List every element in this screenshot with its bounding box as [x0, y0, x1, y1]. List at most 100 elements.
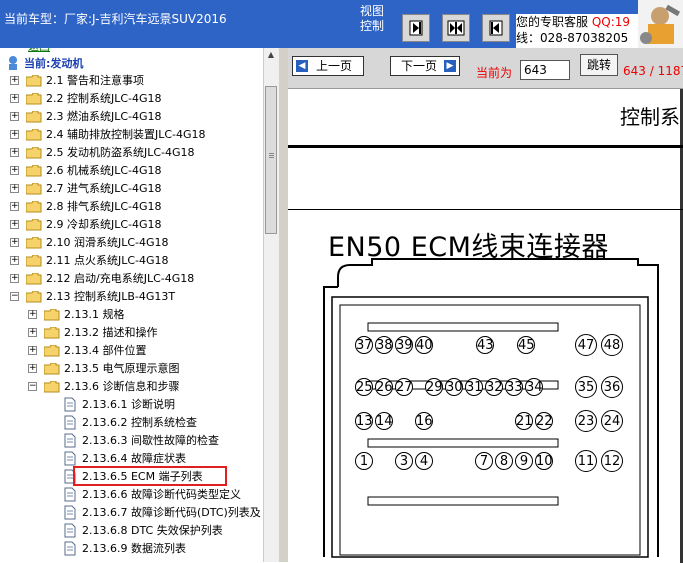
tree-item[interactable]: +2.13.4 部件位置	[0, 342, 263, 360]
expand-icon[interactable]: +	[10, 76, 19, 85]
connector-pin: 1	[355, 452, 373, 470]
current-page-label: 当前为	[476, 66, 513, 80]
document-page-icon	[64, 415, 76, 430]
expand-icon[interactable]: +	[28, 310, 37, 319]
splitter[interactable]	[279, 48, 288, 562]
tree-item-label: 2.13.6.8 DTC 失效保护列表	[82, 524, 223, 537]
tree-item[interactable]: +2.2 控制系统JLC-4G18	[0, 90, 263, 108]
tree-item-label: 2.12 启动/充电系统JLC-4G18	[46, 272, 195, 285]
connector-pin: 38	[375, 336, 393, 354]
expand-icon[interactable]: +	[10, 94, 19, 103]
folder-open-icon	[44, 381, 60, 393]
connector-pin: 34	[525, 378, 543, 396]
connector-pin: 25	[355, 378, 373, 396]
folder-icon	[26, 273, 42, 285]
expand-icon[interactable]: +	[10, 220, 19, 229]
connector-pin: 22	[535, 412, 553, 430]
expand-icon[interactable]: +	[28, 346, 37, 355]
expand-icon[interactable]: +	[28, 364, 37, 373]
tree-item[interactable]: 2.13.6.2 控制系统检查	[0, 414, 263, 432]
connector-pin: 14	[375, 412, 393, 430]
connector-pin: 24	[601, 410, 623, 432]
connector-pin: 3	[395, 452, 413, 470]
expand-icon[interactable]: +	[10, 202, 19, 211]
document-viewer[interactable]: 控制系 EN50 ECM线束连接器 37 38 39 40 43 45 47 48 25 26 27…	[288, 88, 683, 563]
expand-icon[interactable]: +	[28, 328, 37, 337]
connector-pin: 33	[505, 378, 523, 396]
expand-icon[interactable]: +	[10, 148, 19, 157]
tree-item[interactable]: − 2.13.6 诊断信息和步骤	[0, 378, 263, 396]
service-qq[interactable]: QQ:19	[592, 15, 630, 29]
tree-item[interactable]: 2.13.6.3 间歇性故障的检查	[0, 432, 263, 450]
heading-rule	[288, 145, 683, 148]
expand-icon[interactable]: +	[10, 166, 19, 175]
jump-button[interactable]: 跳转	[580, 54, 618, 76]
tree-item[interactable]: − 2.13 控制系统JLB-4G13T	[0, 288, 263, 306]
scroll-up-icon[interactable]: ▲	[265, 50, 277, 62]
tree-item[interactable]: +2.11 点火系统JLC-4G18	[0, 252, 263, 270]
folder-icon	[26, 201, 42, 213]
tree-item[interactable]: 2.13.6.7 故障诊断代码(DTC)列表及	[0, 504, 263, 522]
document-page-icon	[64, 451, 76, 466]
tree-item[interactable]: +2.12 启动/充电系统JLC-4G18	[0, 270, 263, 288]
view-control-line2: 控制	[360, 19, 385, 33]
tree-item-label: 2.13.1 规格	[64, 308, 125, 321]
chapter-tree: 返回 当前:发动机 +2.1 警告和注意事项+2.2 控制系统JLC-4G18+…	[0, 48, 264, 562]
tree-item[interactable]: +2.10 润滑系统JLC-4G18	[0, 234, 263, 252]
tree-item[interactable]: +2.13.2 描述和操作	[0, 324, 263, 342]
tree-item-selected[interactable]: 2.13.6.5 ECM 端子列表	[0, 466, 263, 486]
page-count: 643 / 1187	[623, 64, 683, 78]
connector-pin: 7	[475, 452, 493, 470]
expand-icon[interactable]: +	[10, 274, 19, 283]
tree-item-label: 2.5 发动机防盗系统JLC-4G18	[46, 146, 195, 159]
folder-open-icon	[26, 291, 42, 303]
next-arrow-icon: ▶	[444, 60, 456, 72]
folder-icon	[26, 219, 42, 231]
folder-icon	[26, 75, 42, 87]
connector-pin: 37	[355, 336, 373, 354]
connector-pin: 29	[425, 378, 443, 396]
connector-pin: 4	[415, 452, 433, 470]
tree-item-label: 2.13.5 电气原理示意图	[64, 362, 180, 375]
tree-item-label: 2.13 控制系统JLB-4G13T	[46, 290, 176, 303]
tree-item[interactable]: +2.6 机械系统JLC-4G18	[0, 162, 263, 180]
tree-item-label: 2.13.6.6 故障诊断代码类型定义	[82, 488, 241, 501]
next-page-button[interactable]: 下一页 ▶	[390, 56, 460, 76]
expand-icon[interactable]: +	[10, 184, 19, 193]
expand-icon[interactable]: +	[10, 130, 19, 139]
tree-item[interactable]: 2.13.6.1 诊断说明	[0, 396, 263, 414]
connector-pin: 23	[575, 410, 597, 432]
tree-item-label: 2.3 燃油系统JLC-4G18	[46, 110, 162, 123]
document-page-icon	[64, 487, 76, 502]
tree-item[interactable]: +2.13.5 电气原理示意图	[0, 360, 263, 378]
view-control-line1: 视图	[360, 4, 385, 18]
tree-item[interactable]: +2.7 进气系统JLC-4G18	[0, 180, 263, 198]
connector-pin: 27	[395, 378, 413, 396]
tree-item[interactable]: +2.8 排气系统JLC-4G18	[0, 198, 263, 216]
tree-item[interactable]: 2.13.6.6 故障诊断代码类型定义	[0, 486, 263, 504]
folder-icon	[44, 363, 60, 375]
view-right-button[interactable]	[402, 14, 430, 42]
tree-item[interactable]: +2.13.1 规格	[0, 306, 263, 324]
tree-item[interactable]: +2.4 辅助排放控制装置JLC-4G18	[0, 126, 263, 144]
collapse-icon[interactable]: −	[28, 382, 37, 391]
folder-icon	[26, 129, 42, 141]
expand-icon[interactable]: +	[10, 256, 19, 265]
tree-item[interactable]: +2.5 发动机防盗系统JLC-4G18	[0, 144, 263, 162]
folder-icon	[26, 111, 42, 123]
view-split-button[interactable]	[442, 14, 470, 42]
page-number-input[interactable]	[520, 60, 570, 80]
folder-icon	[26, 183, 42, 195]
collapse-icon[interactable]: −	[10, 292, 19, 301]
tree-item[interactable]: 2.13.6.8 DTC 失效保护列表	[0, 522, 263, 540]
tree-item[interactable]: +2.9 冷却系统JLC-4G18	[0, 216, 263, 234]
tree-scroll-thumb[interactable]	[265, 86, 277, 234]
tree-item[interactable]: +2.3 燃油系统JLC-4G18	[0, 108, 263, 126]
tree-item[interactable]: 2.13.6.9 数据流列表	[0, 540, 263, 558]
prev-page-button[interactable]: ◀ 上一页	[292, 56, 364, 76]
tree-item-label: 2.4 辅助排放控制装置JLC-4G18	[46, 128, 206, 141]
expand-icon[interactable]: +	[10, 238, 19, 247]
tree-item[interactable]: +2.1 警告和注意事项	[0, 72, 263, 90]
view-left-button[interactable]	[482, 14, 510, 42]
expand-icon[interactable]: +	[10, 112, 19, 121]
